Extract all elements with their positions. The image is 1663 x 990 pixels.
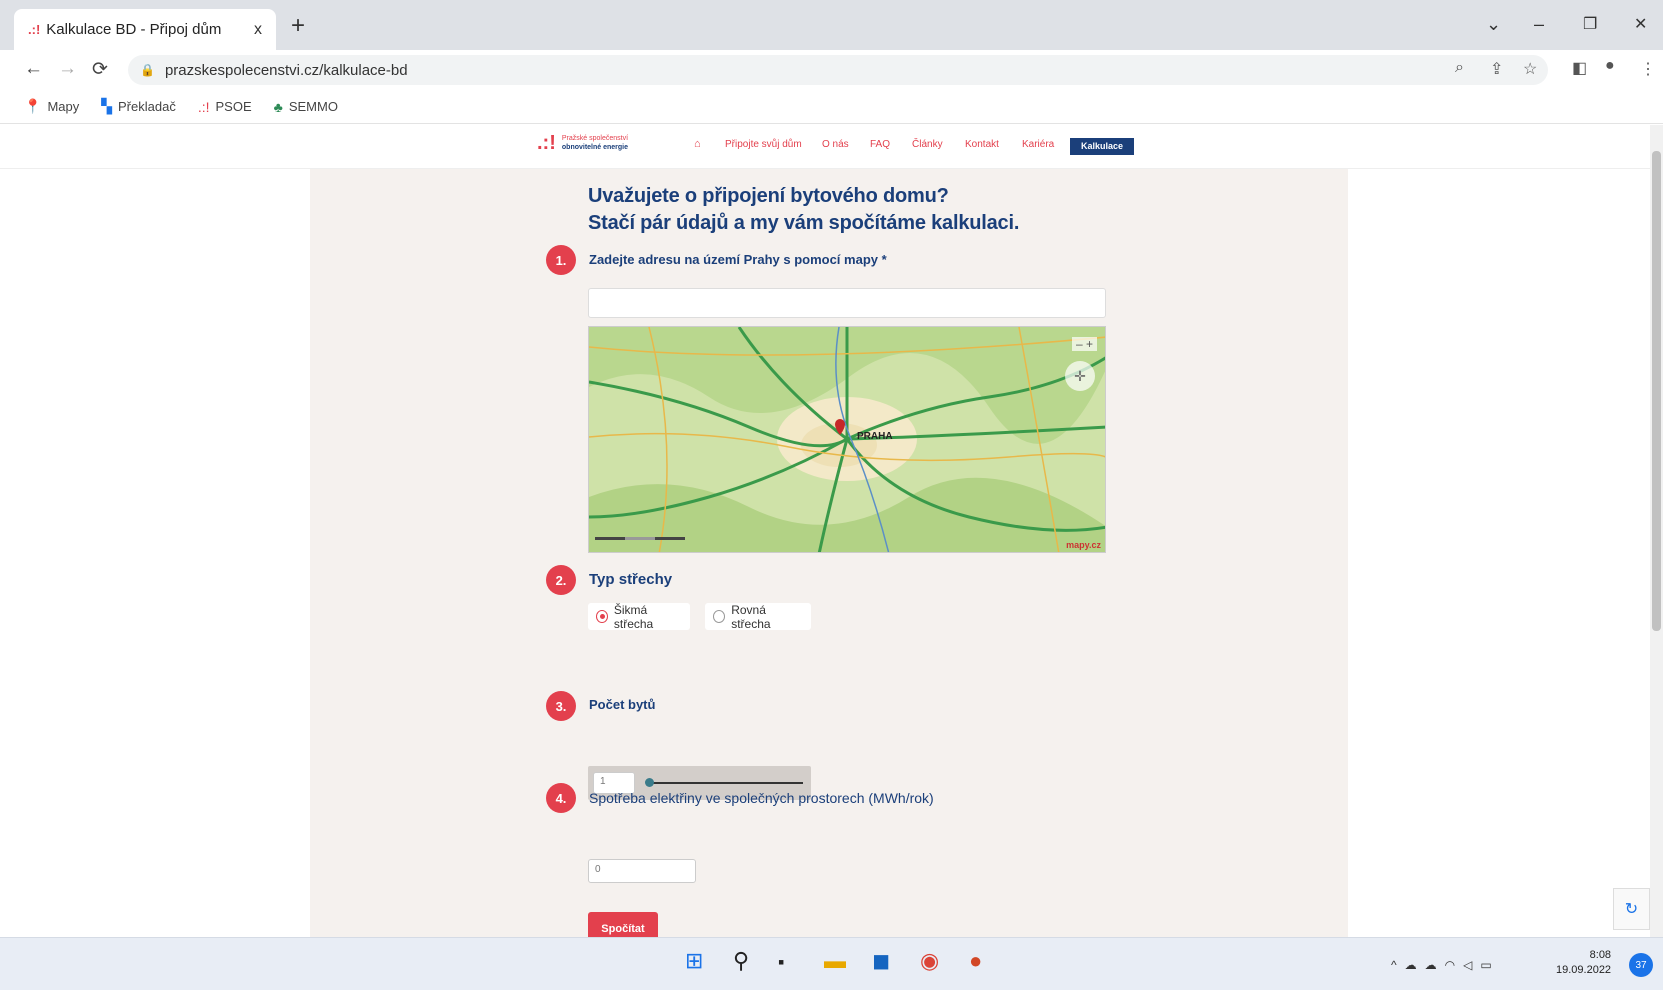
map-brand: mapy.cz xyxy=(1066,540,1101,550)
address-input[interactable] xyxy=(588,288,1106,318)
logo-line2: obnovitelné energie xyxy=(561,144,629,151)
close-window-button[interactable]: ✕ xyxy=(1634,14,1647,34)
nav-link-kontakt[interactable]: Kontakt xyxy=(965,139,999,150)
powerpoint-icon[interactable]: ● xyxy=(969,950,982,972)
nav-link-kariera[interactable]: Kariéra xyxy=(1022,139,1054,150)
plant-icon: ♣ xyxy=(273,98,283,115)
nav-link-kalkulace[interactable]: Kalkulace xyxy=(1070,138,1134,155)
site-navbar: .:! Pražské společenství obnovitelné ene… xyxy=(0,125,1650,169)
lock-icon: 🔒 xyxy=(140,63,155,77)
bookmark-label: Překladač xyxy=(118,99,176,114)
radio-label: Rovná střecha xyxy=(731,602,771,631)
bookmark-label: PSOE xyxy=(215,99,252,114)
title-line1: Uvažujete o připojení bytového domu? xyxy=(588,185,949,207)
tab-strip: .:! Kalkulace BD - Připoj dům x + ⌄ – ❐ … xyxy=(0,0,1663,50)
nav-link-o-nas[interactable]: O nás xyxy=(822,139,849,150)
chrome-icon[interactable]: ◉ xyxy=(920,950,939,972)
map-zoom-control[interactable]: – + xyxy=(1071,337,1097,351)
bookmark-label: SEMMO xyxy=(288,99,338,114)
map-tiles[interactable] xyxy=(589,327,1106,553)
map-compass-icon[interactable]: ✛ xyxy=(1065,361,1095,391)
bookmark-prekladac[interactable]: ▚ Překladač xyxy=(101,98,176,115)
nav-link-pripojte[interactable]: Připojte svůj dům xyxy=(725,139,802,150)
step-badge-4: 4. xyxy=(546,783,576,813)
step-badge-3: 3. xyxy=(546,691,576,721)
share-icon[interactable]: ⇪ xyxy=(1490,59,1503,79)
radio-rovna-strecha[interactable]: Rovná střecha xyxy=(705,602,811,631)
minimize-button[interactable]: – xyxy=(1534,14,1544,35)
forward-button[interactable]: → xyxy=(58,58,77,80)
map-city-label: PRAHA xyxy=(857,431,893,442)
recaptcha-badge[interactable]: ↻ xyxy=(1613,888,1650,930)
bookmark-star-icon[interactable]: ☆ xyxy=(1523,59,1537,79)
bookmark-label: Mapy xyxy=(47,99,80,114)
logo-line1: Pražské společenství xyxy=(561,135,629,142)
bookmark-semmo[interactable]: ♣ SEMMO xyxy=(274,99,338,115)
logo-mark-icon: .:! xyxy=(537,132,556,154)
nav-link-clanky[interactable]: Články xyxy=(912,139,943,150)
step-badge-2: 2. xyxy=(546,565,576,595)
url-text: prazskespolecenstvi.cz/kalkulace-bd xyxy=(164,61,408,79)
tab-title: Kalkulace BD - Připoj dům xyxy=(46,21,222,38)
flats-slider-track[interactable] xyxy=(648,782,803,784)
radio-sikma-strecha[interactable]: Šikmá střecha xyxy=(588,602,690,631)
clock-date: 19.09.2022 xyxy=(1556,964,1612,976)
outlook-icon[interactable]: ◼ xyxy=(872,950,890,972)
bookmark-psoe[interactable]: .:! PSOE xyxy=(198,99,252,115)
menu-kebab-icon[interactable]: ⋮ xyxy=(1640,59,1656,79)
clock[interactable]: 8:08 19.09.2022 xyxy=(1556,948,1611,978)
recaptcha-icon: ↻ xyxy=(1624,901,1639,918)
calculate-button[interactable]: Spočítat xyxy=(588,912,658,937)
energy-consumption-input[interactable]: 0 xyxy=(588,859,696,883)
side-panel-icon[interactable]: ◧ xyxy=(1572,58,1587,78)
page-title: Uvažujete o připojení bytového domu? Sta… xyxy=(588,183,1019,237)
system-tray-icons[interactable]: ^☁☁◠◁▭ xyxy=(1391,958,1500,972)
search-icon[interactable]: ⚲ xyxy=(733,950,749,972)
flats-slider-thumb[interactable] xyxy=(645,778,654,787)
site-favicon-icon: .:! xyxy=(28,22,41,37)
zoom-icon[interactable]: ⌕ xyxy=(1455,59,1464,77)
dots-logo-icon: .:! xyxy=(197,98,210,115)
page-viewport: .:! Pražské společenství obnovitelné ene… xyxy=(0,125,1650,937)
map[interactable]: PRAHA – + ✛ mapy.cz xyxy=(588,326,1106,553)
step1-label: Zadejte adresu na území Prahy s pomocí m… xyxy=(589,252,887,267)
step-badge-1: 1. xyxy=(546,245,576,275)
tab-search-icon[interactable]: ⌄ xyxy=(1486,14,1501,35)
screen: .:! Kalkulace BD - Připoj dům x + ⌄ – ❐ … xyxy=(0,0,1663,990)
file-explorer-icon[interactable]: ▬ xyxy=(824,950,846,972)
radio-empty-icon xyxy=(713,610,726,623)
translate-icon: ▚ xyxy=(101,98,113,114)
start-icon[interactable]: ⊞ xyxy=(685,950,703,972)
clock-time: 8:08 xyxy=(1589,949,1612,961)
bookmark-mapy[interactable]: 📍 Mapy xyxy=(24,98,79,115)
step4-label: Spotřeba elektřiny ve společných prostor… xyxy=(589,790,934,806)
task-view-icon[interactable]: ▪ xyxy=(778,953,784,971)
back-button[interactable]: ← xyxy=(24,58,43,80)
address-bar[interactable]: 🔒 prazskespolecenstvi.cz/kalkulace-bd xyxy=(128,55,1548,85)
map-pin-icon: 📍 xyxy=(24,98,42,114)
step3-label: Počet bytů xyxy=(589,697,656,712)
reload-button[interactable]: ⟳ xyxy=(92,58,108,81)
radio-label: Šikmá střecha xyxy=(613,602,654,631)
tab-close-button[interactable]: x xyxy=(254,21,262,39)
notification-badge[interactable]: 37 xyxy=(1629,953,1653,977)
nav-link-faq[interactable]: FAQ xyxy=(870,139,890,150)
site-logo[interactable]: .:! Pražské společenství obnovitelné ene… xyxy=(537,133,628,153)
main-content: Uvažujete o připojení bytového domu? Sta… xyxy=(310,169,1348,937)
restore-button[interactable]: ❐ xyxy=(1583,14,1597,34)
profile-icon[interactable]: ● xyxy=(1605,57,1615,75)
home-icon[interactable]: ⌂ xyxy=(694,138,701,150)
bookmarks-bar: 📍 Mapy ▚ Překladač .:! PSOE ♣ SEMMO xyxy=(0,90,1663,124)
browser-tab[interactable]: .:! Kalkulace BD - Připoj dům x xyxy=(14,9,276,50)
scrollbar-thumb[interactable] xyxy=(1652,151,1661,631)
page-scrollbar[interactable] xyxy=(1650,125,1663,937)
radio-selected-icon xyxy=(596,610,608,623)
title-line2: Stačí pár údajů a my vám spočítáme kalku… xyxy=(588,212,1020,234)
new-tab-button[interactable]: + xyxy=(291,14,305,38)
step2-label: Typ střechy xyxy=(589,571,673,588)
